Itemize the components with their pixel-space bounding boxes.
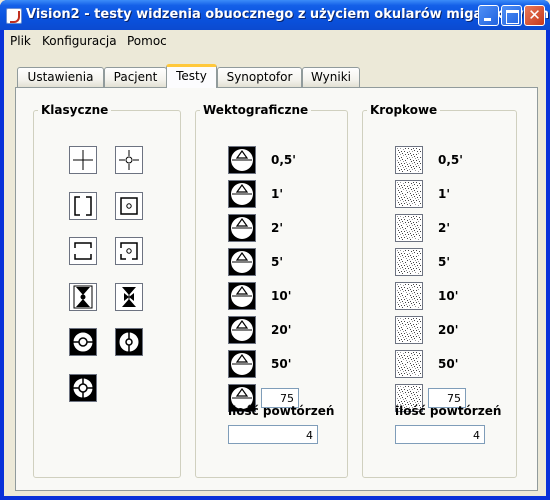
wektograficzne-size-label: 5': [271, 255, 284, 269]
disc-cross-icon: [70, 374, 96, 401]
dots-icon: [396, 147, 422, 173]
klasyczne-test-button[interactable]: [115, 237, 143, 265]
dots-icon: [396, 181, 422, 207]
group-title-wektograficzne: Wektograficzne: [200, 103, 312, 117]
wektograficzne-size-label: 2': [271, 221, 284, 235]
wektograficzne-test-button[interactable]: [228, 350, 256, 378]
tab-synoptofor[interactable]: Synoptofor: [217, 67, 302, 87]
wektograficzne-test-button[interactable]: [228, 282, 256, 310]
vector-circle-icon: [229, 181, 255, 207]
bowtie-dot-icon: [70, 283, 96, 310]
wektograficzne-size-label: 10': [271, 289, 292, 303]
maximize-icon: [502, 6, 521, 25]
bracket-corner-icon: [74, 242, 92, 260]
tab-testy[interactable]: Testy: [166, 64, 217, 88]
kropkowe-size-label: 5': [438, 255, 451, 269]
disc-dot-icon: [70, 329, 96, 355]
wektograficzne-test-button[interactable]: [228, 214, 256, 242]
brackets-icon: [74, 195, 92, 216]
bracket-corner-dot-icon: [120, 242, 138, 260]
kropkowe-test-button[interactable]: [395, 316, 423, 344]
group-title-kropkowe: Kropkowe: [367, 103, 441, 117]
wektograficzne-test-button[interactable]: [228, 146, 256, 174]
dots-icon: [396, 215, 422, 241]
client-area: Plik Konfiguracja Pomoc Ustawienia Pacje…: [4, 30, 546, 496]
tab-ustawienia[interactable]: Ustawienia: [17, 67, 104, 87]
klasyczne-test-button[interactable]: [69, 191, 97, 220]
group-wektograficzne: Wektograficzne 0,5' 1' 2' 5' 10' 20' 50' 75 ilo…: [195, 103, 348, 478]
wektograficzne-test-button[interactable]: [228, 180, 256, 208]
tab-wyniki[interactable]: Wyniki: [302, 67, 360, 87]
bracket-dot-icon: [120, 196, 138, 215]
kropkowe-size-label: 2': [438, 221, 451, 235]
menu-bar: Plik Konfiguracja Pomoc: [4, 30, 546, 52]
group-title-klasyczne: Klasyczne: [38, 103, 112, 117]
disc-line-icon: [116, 329, 142, 355]
kropkowe-size-label: 20': [438, 323, 459, 337]
cross-icon: [73, 150, 93, 170]
app-icon: [6, 8, 22, 24]
klasyczne-test-button[interactable]: [69, 373, 97, 402]
app-window: Vision2 - testy widzenia obuocznego z uż…: [0, 0, 550, 500]
vector-circle-icon: [229, 215, 255, 241]
group-klasyczne: Klasyczne: [33, 103, 181, 478]
tab-pacjent[interactable]: Pacjent: [104, 67, 167, 87]
vector-circle-icon: [229, 317, 255, 343]
menu-plik[interactable]: Plik: [10, 34, 31, 48]
wektograficzne-test-button[interactable]: [228, 316, 256, 344]
wektograficzne-size-label: 0,5': [271, 153, 296, 167]
klasyczne-test-button[interactable]: [69, 146, 97, 174]
wektograficzne-repeat-input[interactable]: 4: [228, 425, 318, 444]
minimize-icon: [479, 6, 498, 25]
wektograficzne-test-button[interactable]: [228, 248, 256, 276]
vector-circle-icon: [229, 283, 255, 309]
dots-icon: [396, 317, 422, 343]
dots-icon: [396, 351, 422, 377]
close-icon: ✕: [528, 6, 541, 24]
vector-circle-icon: [229, 351, 255, 377]
kropkowe-test-button[interactable]: [395, 350, 423, 378]
kropkowe-test-button[interactable]: [395, 214, 423, 242]
wektograficzne-size-label: 50': [271, 357, 292, 371]
maximize-button[interactable]: [501, 5, 522, 26]
klasyczne-test-button[interactable]: [115, 191, 143, 220]
klasyczne-test-button[interactable]: [69, 282, 97, 311]
title-bar[interactable]: Vision2 - testy widzenia obuocznego z uż…: [0, 0, 550, 30]
klasyczne-test-button[interactable]: [69, 237, 97, 265]
bowtie-line-icon: [122, 286, 136, 307]
kropkowe-test-button[interactable]: [395, 146, 423, 174]
klasyczne-test-button[interactable]: [115, 146, 143, 174]
wektograficzne-repeat-label: ilość powtórzeń: [228, 404, 335, 418]
kropkowe-test-button[interactable]: [395, 248, 423, 276]
klasyczne-test-button[interactable]: [69, 328, 97, 356]
group-kropkowe: Kropkowe 0,5' 1' 2' 5' 10' 20' 50' 75 ilość pow…: [362, 103, 517, 478]
window-title: Vision2 - testy widzenia obuocznego z uż…: [26, 7, 549, 22]
kropkowe-repeat-label: ilość powtórzeń: [395, 404, 502, 418]
wektograficzne-size-label: 20': [271, 323, 292, 337]
vector-circle-icon: [229, 147, 255, 173]
kropkowe-size-label: 50': [438, 357, 459, 371]
kropkowe-size-label: 1': [438, 187, 451, 201]
kropkowe-repeat-input[interactable]: 4: [395, 425, 485, 444]
wektograficzne-size-label: 1': [271, 187, 284, 201]
close-button[interactable]: ✕: [524, 5, 545, 26]
menu-pomoc[interactable]: Pomoc: [127, 34, 167, 48]
vector-circle-icon: [229, 249, 255, 275]
kropkowe-test-button[interactable]: [395, 180, 423, 208]
dots-icon: [396, 283, 422, 309]
kropkowe-test-button[interactable]: [395, 282, 423, 310]
klasyczne-test-button[interactable]: [115, 328, 143, 356]
circle-crosshair-icon: [119, 150, 139, 170]
tests-panel: Klasyczne Wektograficzne 0,5' 1' 2' 5' 10' 20…: [15, 87, 538, 491]
kropkowe-size-label: 10': [438, 289, 459, 303]
klasyczne-test-button[interactable]: [115, 282, 143, 311]
kropkowe-size-label: 0,5': [438, 153, 463, 167]
minimize-button[interactable]: [478, 5, 499, 26]
menu-konfiguracja[interactable]: Konfiguracja: [42, 34, 117, 48]
dots-icon: [396, 249, 422, 275]
